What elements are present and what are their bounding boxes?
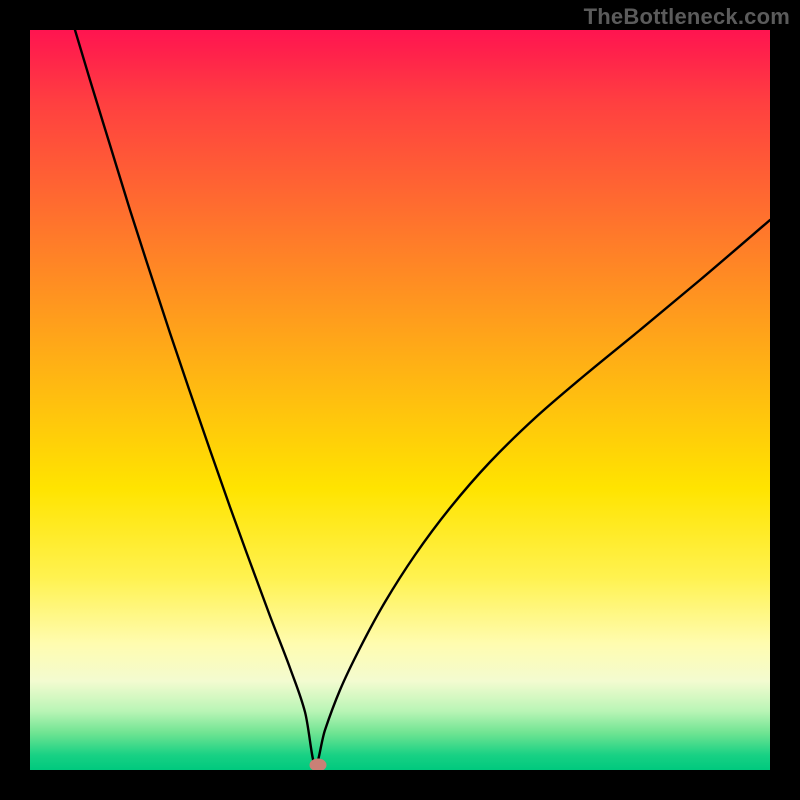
plot-area	[30, 30, 770, 770]
chart-frame: TheBottleneck.com	[0, 0, 800, 800]
min-marker	[310, 759, 326, 770]
plot-svg	[30, 30, 770, 770]
watermark-text: TheBottleneck.com	[584, 4, 790, 30]
bottleneck-curve	[75, 30, 770, 765]
